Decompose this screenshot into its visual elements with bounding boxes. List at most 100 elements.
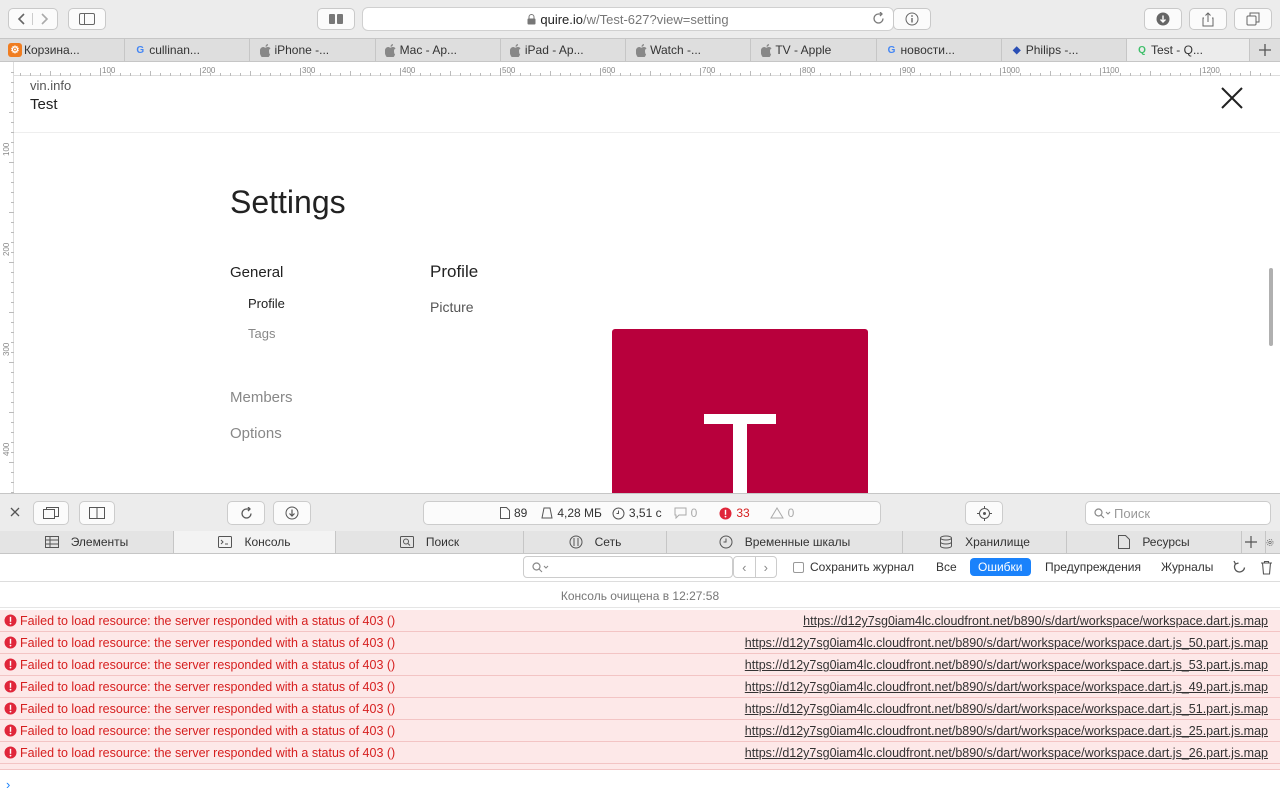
ruler-minor-tick xyxy=(690,73,691,76)
resource-link[interactable]: https://d12y7sg0iam4lc.cloudfront.net/b8… xyxy=(803,614,1268,628)
checkbox-box[interactable] xyxy=(793,561,804,573)
filter-all[interactable]: Все xyxy=(928,558,965,576)
previous-icon[interactable]: ‹ xyxy=(734,557,755,577)
ruler-minor-tick xyxy=(1080,73,1081,76)
dock-separate-button[interactable] xyxy=(33,501,69,525)
resource-link[interactable]: https://d12y7sg0iam4lc.cloudfront.net/b8… xyxy=(745,636,1268,650)
ruler-label: 800 xyxy=(802,66,816,75)
avatar-letter xyxy=(704,414,776,493)
element-picker-button[interactable] xyxy=(965,501,1003,525)
nav-profile[interactable]: Profile xyxy=(248,296,285,311)
resource-link[interactable]: https://d12y7sg0iam4lc.cloudfront.net/b8… xyxy=(745,658,1268,672)
devtools-reload-button[interactable] xyxy=(227,501,265,525)
time-stat[interactable]: 3,51 с xyxy=(612,506,662,520)
next-icon[interactable]: › xyxy=(754,557,777,577)
tab-8[interactable]: ◆ Philips -... xyxy=(1002,39,1127,61)
filter-warnings[interactable]: Предупреждения xyxy=(1037,558,1149,576)
devtools-tab-timelines[interactable]: Временные шкалы xyxy=(667,531,903,553)
clear-console-icon[interactable] xyxy=(1260,560,1273,575)
refresh-icon[interactable] xyxy=(1232,560,1247,575)
ruler-minor-tick xyxy=(1190,73,1191,76)
apple-icon xyxy=(509,43,523,57)
ruler-minor-tick xyxy=(220,73,221,76)
close-devtools-icon[interactable] xyxy=(9,506,21,518)
ruler-tick xyxy=(1200,68,1201,76)
size-stat[interactable]: 4,28 МБ xyxy=(541,506,602,520)
ruler-minor-tick xyxy=(1180,73,1181,76)
ruler-minor-tick xyxy=(270,73,271,76)
ruler-minor-tick xyxy=(11,402,14,403)
ruler-minor-tick xyxy=(720,73,721,76)
resource-link[interactable]: https://d12y7sg0iam4lc.cloudfront.net/b8… xyxy=(745,724,1268,738)
tab-4[interactable]: iPad - Ap... xyxy=(501,39,627,61)
devtools-tab-label: Временные шкалы xyxy=(744,535,851,549)
ruler-minor-tick xyxy=(670,73,671,76)
resource-link[interactable]: https://d12y7sg0iam4lc.cloudfront.net/b8… xyxy=(745,702,1268,716)
ruler-minor-tick xyxy=(410,73,411,76)
filter-errors[interactable]: Ошибки xyxy=(970,558,1031,576)
devtools-tab-storage[interactable]: Хранилище xyxy=(903,531,1067,553)
tabs-button[interactable] xyxy=(1234,8,1272,30)
tab-0[interactable]: ⚙ Корзина... xyxy=(0,39,126,61)
dock-side-icon xyxy=(89,507,105,519)
ruler-minor-tick xyxy=(1220,73,1221,76)
tab-1[interactable]: Gcullinan... xyxy=(125,39,251,61)
error-message: Failed to load resource: the server resp… xyxy=(20,746,396,760)
warnings-stat[interactable]: 0 xyxy=(769,506,794,520)
avatar[interactable] xyxy=(612,329,868,493)
filter-logs[interactable]: Журналы xyxy=(1153,558,1221,576)
ruler-minor-tick xyxy=(9,162,14,163)
share-button[interactable] xyxy=(1189,8,1227,30)
tab-7[interactable]: Gновости... xyxy=(877,39,1002,61)
reader-info-button[interactable] xyxy=(893,8,931,30)
nav-members[interactable]: Members xyxy=(230,389,293,406)
sidebar-toggle-button[interactable] xyxy=(68,8,106,30)
devtools-tab-elements[interactable]: Элементы xyxy=(0,531,174,553)
ruler-minor-tick xyxy=(1040,73,1041,76)
new-tab-button[interactable] xyxy=(1250,39,1280,61)
logs-stat[interactable]: 0 xyxy=(674,506,697,520)
console-icon xyxy=(218,536,238,548)
add-tab-button[interactable] xyxy=(1242,531,1266,553)
back-forward-buttons xyxy=(8,8,58,30)
errors-stat[interactable]: 33 xyxy=(719,506,750,520)
devtools-tab-search[interactable]: Поиск xyxy=(336,531,524,553)
error-message: Failed to load resource: the server resp… xyxy=(20,614,396,628)
back-icon[interactable] xyxy=(9,13,34,25)
resources-stat[interactable]: 89 xyxy=(500,506,527,520)
forward-icon[interactable] xyxy=(33,13,57,25)
close-settings-button[interactable] xyxy=(1218,84,1246,112)
console-prompt[interactable]: › xyxy=(6,777,10,792)
preserve-log-checkbox[interactable]: Сохранить журнал xyxy=(793,560,914,574)
devtools-download-button[interactable] xyxy=(273,501,311,525)
ruler-minor-tick xyxy=(390,73,391,76)
tab-3[interactable]: Mac - Ap... xyxy=(376,39,501,61)
ruler-tick xyxy=(300,68,301,76)
reload-icon[interactable] xyxy=(872,12,885,25)
nav-general[interactable]: General xyxy=(230,264,283,281)
downloads-button[interactable] xyxy=(1144,8,1182,30)
settings-gear-button[interactable] xyxy=(1266,531,1280,553)
error-icon xyxy=(4,746,17,759)
devtools-search-input[interactable]: Поиск xyxy=(1085,501,1271,525)
tab-5[interactable]: Watch -... xyxy=(626,39,752,61)
console-filter-input[interactable] xyxy=(523,556,733,578)
devtools-tab-resources[interactable]: Ресурсы xyxy=(1067,531,1242,553)
devtools-tab-console[interactable]: Консоль xyxy=(174,531,336,553)
nav-options[interactable]: Options xyxy=(230,425,282,442)
tab-6[interactable]: TV - Apple xyxy=(751,39,877,61)
resource-link[interactable]: https://d12y7sg0iam4lc.cloudfront.net/b8… xyxy=(745,746,1268,760)
resource-link[interactable]: https://d12y7sg0iam4lc.cloudfront.net/b8… xyxy=(745,680,1268,694)
tab-overview-button[interactable] xyxy=(317,8,355,30)
tab-9[interactable]: Q Test - Q... xyxy=(1126,39,1251,61)
address-bar[interactable]: quire.io/w/Test-627?view=setting xyxy=(362,7,894,31)
nav-tags[interactable]: Tags xyxy=(248,326,275,341)
ruler-label: 900 xyxy=(902,66,916,75)
ruler-minor-tick xyxy=(11,482,14,483)
ruler-minor-tick xyxy=(850,71,851,76)
dock-side-button[interactable] xyxy=(79,501,115,525)
devtools-tab-network[interactable]: Сеть xyxy=(524,531,667,553)
tab-2[interactable]: iPhone -... xyxy=(250,39,376,61)
scrollbar[interactable] xyxy=(1269,268,1273,346)
ruler-minor-tick xyxy=(1150,71,1151,76)
